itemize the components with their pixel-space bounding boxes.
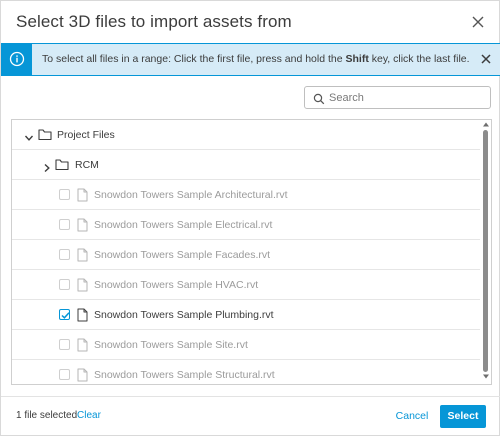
search-input[interactable]: [329, 88, 484, 107]
file-icon: [77, 338, 88, 352]
import-assets-dialog: Select 3D files to import assets from To…: [0, 0, 500, 436]
clear-link[interactable]: Clear: [77, 410, 101, 421]
dialog-header: Select 3D files to import assets from: [1, 1, 500, 43]
file-icon: [77, 278, 88, 292]
file-checkbox: [59, 279, 70, 290]
file-name: Snowdon Towers Sample Electrical.rvt: [94, 219, 273, 231]
file-name: Snowdon Towers Sample Facades.rvt: [94, 249, 271, 261]
chevron-right-icon[interactable]: [42, 160, 52, 173]
scroll-up-icon[interactable]: [483, 122, 489, 127]
file-checkbox: [59, 249, 70, 260]
footer-divider: [1, 396, 500, 397]
file-row: Snowdon Towers Sample Facades.rvt: [12, 240, 480, 270]
file-row: Snowdon Towers Sample Architectural.rvt: [12, 180, 480, 210]
tree-row-label: Project Files: [57, 129, 115, 141]
search-icon: [313, 92, 325, 105]
info-banner-text: To select all files in a range: Click th…: [42, 53, 470, 65]
info-text-key: Shift: [345, 53, 369, 65]
info-icon: [9, 51, 25, 67]
info-banner-strip: [2, 44, 32, 75]
select-button[interactable]: Select: [440, 405, 486, 428]
selected-count: 1 file selected: [16, 410, 78, 421]
file-name: Snowdon Towers Sample Architectural.rvt: [94, 189, 288, 201]
file-icon: [77, 188, 88, 202]
file-icon: [77, 218, 88, 232]
tree-row-label: RCM: [75, 159, 99, 171]
info-text-end: key, click the last file.: [368, 53, 470, 65]
file-row[interactable]: Snowdon Towers Sample Plumbing.rvt: [12, 300, 480, 330]
file-name: Snowdon Towers Sample HVAC.rvt: [94, 279, 259, 291]
file-tree: Project Files RCM Snowdon Towers Sample …: [11, 119, 492, 385]
file-checkbox: [59, 189, 70, 200]
tree-scrollbar[interactable]: [481, 120, 491, 384]
file-icon: [77, 368, 88, 382]
file-checkbox: [59, 219, 70, 230]
tree-row-rcm[interactable]: RCM: [12, 150, 480, 180]
file-name: Snowdon Towers Sample Site.rvt: [94, 339, 248, 351]
file-row: Snowdon Towers Sample HVAC.rvt: [12, 270, 480, 300]
tree-row-project-files[interactable]: Project Files: [12, 120, 480, 150]
info-banner: To select all files in a range: Click th…: [1, 43, 500, 76]
file-row: Snowdon Towers Sample Electrical.rvt: [12, 210, 480, 240]
file-checkbox: [59, 339, 70, 350]
file-name: Snowdon Towers Sample Plumbing.rvt: [94, 309, 274, 321]
scrollbar-thumb[interactable]: [483, 130, 488, 372]
scroll-down-icon[interactable]: [483, 374, 489, 379]
folder-icon: [55, 158, 69, 171]
chevron-down-icon[interactable]: [24, 130, 34, 141]
info-text-start: To select all files in a range: Click th…: [42, 53, 346, 65]
folder-icon: [38, 128, 52, 141]
file-name: Snowdon Towers Sample Structural.rvt: [94, 369, 275, 381]
file-checkbox: [59, 369, 70, 380]
cancel-button[interactable]: Cancel: [390, 405, 434, 427]
checkmark-icon: [61, 312, 70, 319]
search-box[interactable]: [304, 86, 491, 109]
close-icon[interactable]: [469, 13, 487, 31]
file-icon: [77, 308, 88, 322]
file-checkbox[interactable]: [59, 309, 70, 320]
close-icon[interactable]: [479, 52, 493, 66]
dialog-title: Select 3D files to import assets from: [16, 12, 292, 31]
file-row: Snowdon Towers Sample Structural.rvt: [12, 360, 480, 384]
file-row: Snowdon Towers Sample Site.rvt: [12, 330, 480, 360]
file-icon: [77, 248, 88, 262]
